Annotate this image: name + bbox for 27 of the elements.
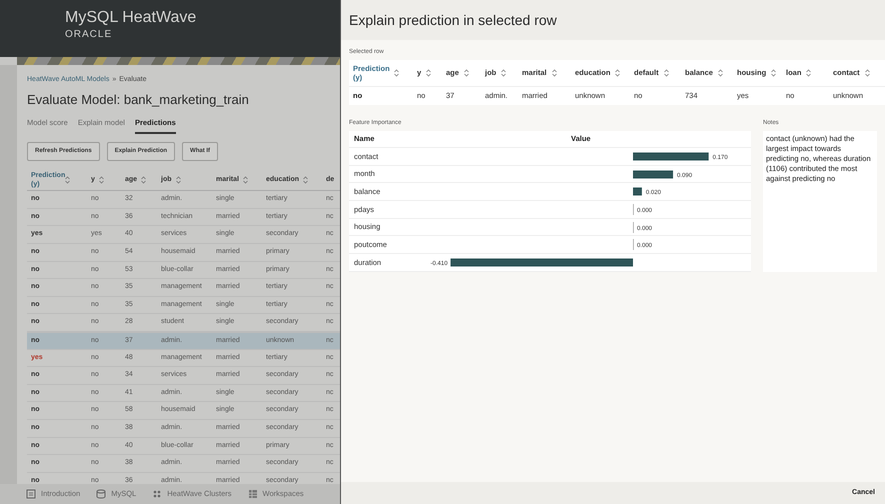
- bar: [633, 188, 642, 196]
- bar: [633, 170, 674, 178]
- page-title: Evaluate Model: bank_marketing_train: [27, 90, 249, 109]
- grid-icon[interactable]: [248, 489, 258, 499]
- sort-icon[interactable]: [664, 69, 669, 77]
- sort-icon[interactable]: [718, 69, 723, 77]
- brand-logo: ORACLE: [65, 28, 112, 42]
- sort-icon[interactable]: [141, 176, 146, 184]
- sort-icon[interactable]: [98, 176, 104, 184]
- sort-icon[interactable]: [176, 176, 180, 184]
- drawer-title: Explain prediction in selected row: [349, 10, 557, 30]
- sort-icon[interactable]: [464, 69, 469, 77]
- dots-icon[interactable]: [152, 489, 162, 499]
- sort-icon[interactable]: [65, 176, 70, 184]
- sort-icon[interactable]: [303, 176, 308, 184]
- sort-icon[interactable]: [501, 69, 506, 77]
- sort-icon[interactable]: [426, 69, 432, 77]
- app-title: MySQL HeatWave: [65, 8, 196, 28]
- sort-icon[interactable]: [394, 69, 399, 77]
- sort-icon[interactable]: [615, 69, 620, 77]
- sort-icon[interactable]: [806, 69, 812, 77]
- sort-icon[interactable]: [864, 69, 870, 77]
- document-icon[interactable]: [26, 489, 36, 499]
- sort-icon[interactable]: [242, 176, 248, 184]
- sort-icon[interactable]: [552, 69, 557, 77]
- sort-icon[interactable]: [771, 69, 776, 77]
- database-icon[interactable]: [96, 489, 106, 499]
